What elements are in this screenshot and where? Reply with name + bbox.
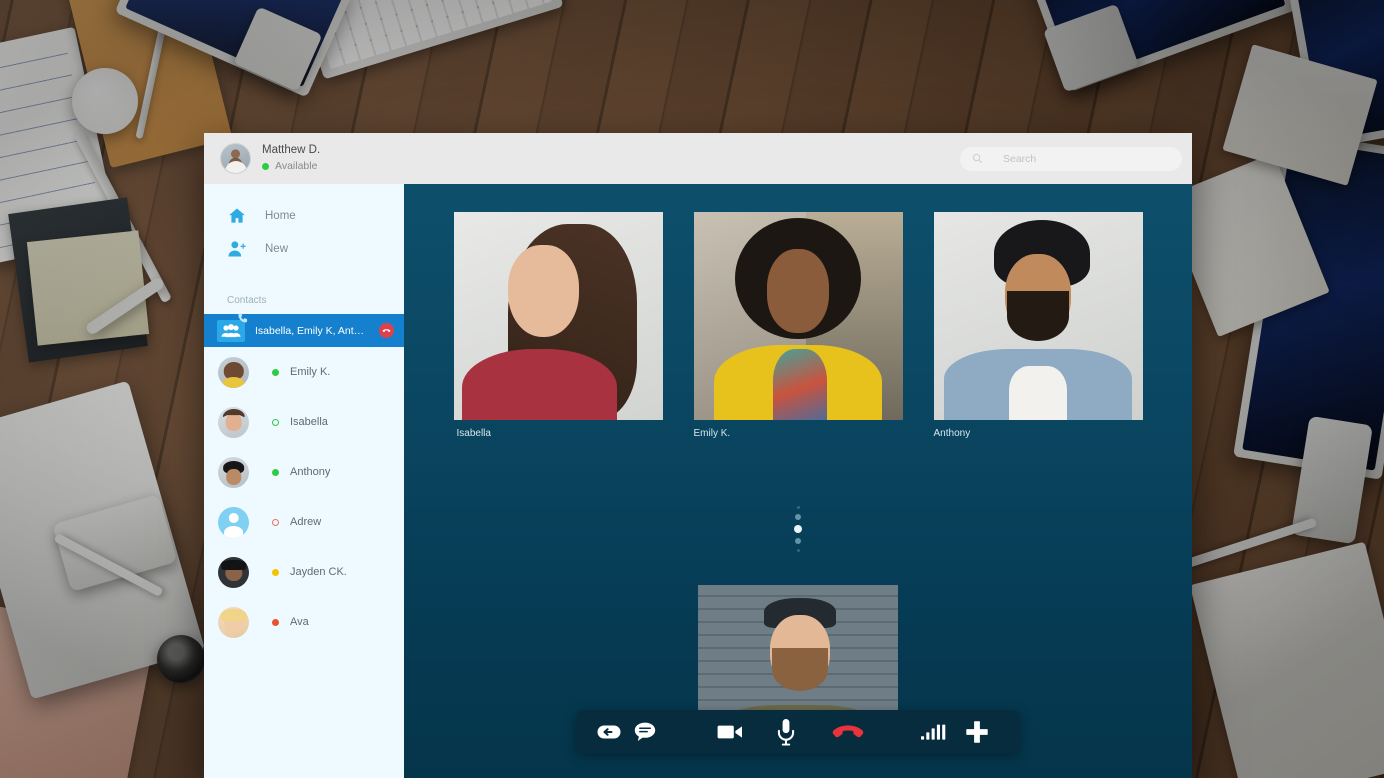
list-item[interactable]: Jayden CK. [204,547,404,597]
video-call-stage: Isabella Emily K. Anthony [404,184,1192,778]
scroll-dot[interactable] [796,549,800,552]
participant-tile[interactable]: Isabella [453,212,663,439]
list-item[interactable]: Ava [204,597,404,647]
contact-name: Ava [290,616,309,628]
signal-bars-icon [921,724,946,740]
status-dot [272,368,279,376]
sidebar-item-home[interactable]: Home [204,199,404,232]
end-call-icon [382,329,391,332]
window-titlebar: Matthew D. Available [204,133,1192,184]
desk-background: Matthew D. Available Search Home New Con… [0,0,1384,778]
search-bar[interactable] [960,146,1182,171]
list-item[interactable]: Adrew [204,497,404,547]
status-label: Available [275,160,318,173]
desk-round-object [72,68,138,134]
list-item[interactable]: Isabella [204,397,404,447]
active-call-row[interactable]: Isabella, Emily K, Anthony [204,312,404,347]
home-icon [227,206,247,226]
call-control-bar [576,710,1020,753]
desk-camera-lens [157,635,205,683]
add-person-icon [227,239,247,259]
sidebar-item-new[interactable]: New [204,232,404,265]
video-frame-emily [693,212,903,420]
plus-icon [966,720,988,743]
active-call-label: Isabella, Emily K, Anthony [255,324,369,337]
contacts-section-header: Contacts [227,295,267,306]
status-dot [272,568,279,576]
avatar [218,456,249,488]
chat-button[interactable] [633,720,657,744]
sidebar-item-label: New [265,242,289,255]
video-camera-icon [717,725,742,738]
scroll-dot[interactable] [796,506,800,509]
microphone-icon [777,718,795,746]
status-badge: Available [262,160,320,173]
participant-grid: Isabella Emily K. Anthony [404,212,1192,439]
page-title: Matthew D. [262,144,321,157]
status-dot-online [262,163,269,171]
video-frame-isabella [453,212,663,420]
video-frame-anthony [933,212,1143,420]
desk-paper-bottomright [1189,541,1384,778]
list-item[interactable]: Emily K. [204,347,404,397]
avatar [218,356,249,388]
participant-label: Anthony [933,428,971,439]
status-dot [272,518,279,526]
avatar [218,606,249,638]
signal-quality-indicator[interactable] [921,721,947,743]
back-arrow-button[interactable] [597,720,621,744]
scroll-dots-indicator[interactable] [794,506,802,552]
contact-name: Jayden CK. [290,566,347,578]
back-arrow-icon [597,725,621,738]
current-user-block[interactable]: Matthew D. Available [204,143,320,174]
status-dot [272,418,279,426]
sidebar: Home New Contacts Isabella, Emily K, Ant… [204,184,404,778]
participant-tile[interactable]: Anthony [933,212,1143,439]
participant-tile[interactable]: Emily K. [693,212,903,439]
avatar [218,506,249,538]
end-call-button[interactable] [379,323,394,338]
search-icon [972,153,983,164]
contact-name: Anthony [290,466,331,478]
participant-video[interactable] [693,212,903,420]
end-call-icon [832,724,864,737]
avatar [218,556,249,588]
phone-handset-icon [238,312,248,322]
participant-label: Isabella [456,428,491,439]
avatar [220,143,251,174]
contact-name: Isabella [290,416,328,428]
scroll-dot[interactable] [795,538,801,544]
chat-bubble-icon [634,722,656,741]
participant-label: Emily K. [693,428,731,439]
status-dot [272,468,279,476]
video-toggle-button[interactable] [717,719,743,745]
sidebar-item-label: Home [265,209,296,222]
search-input[interactable] [1003,152,1153,165]
contact-name: Emily K. [290,366,331,378]
participant-video[interactable] [933,212,1143,420]
contact-name: Adrew [290,516,322,528]
scroll-dot-active[interactable] [794,525,802,533]
skype-call-window: Matthew D. Available Search Home New Con… [204,133,1192,778]
hangup-button[interactable] [831,719,865,745]
status-dot [272,618,279,626]
microphone-toggle-button[interactable] [775,718,797,746]
add-people-button[interactable] [965,720,989,744]
avatar [218,406,249,438]
participant-video[interactable] [453,212,663,420]
list-item[interactable]: Anthony [204,447,404,497]
scroll-dot[interactable] [795,514,801,520]
